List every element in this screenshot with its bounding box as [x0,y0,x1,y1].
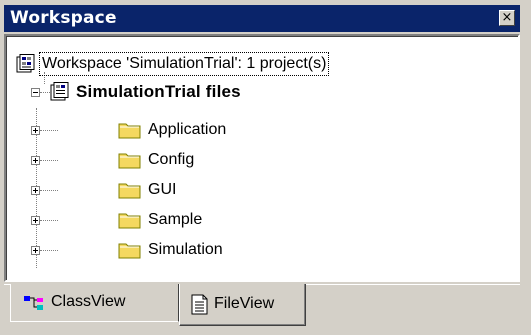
tab-divider [306,284,520,285]
folder-icon [118,243,141,259]
title-bar[interactable]: Workspace × [4,5,520,32]
tree-connector [40,220,58,222]
folder-label: Simulation [148,241,223,258]
folder-icon [118,123,141,139]
collapse-icon[interactable] [31,88,40,97]
file-tree[interactable]: Workspace 'SimulationTrial': 1 project(s… [4,34,520,282]
folder-icon [118,183,141,199]
tree-item-project[interactable]: SimulationTrial files [31,80,243,104]
tab-fileview[interactable]: FileView [179,284,306,326]
workspace-icon [16,54,35,73]
tree-connector [40,160,58,162]
tree-connector [40,130,58,132]
folder-label: GUI [148,181,177,198]
expand-icon[interactable] [31,156,40,165]
expand-icon[interactable] [31,246,40,255]
expand-icon[interactable] [31,126,40,135]
folder-icon [118,153,141,169]
classview-icon [24,296,43,310]
window-title: Workspace [10,8,117,28]
workspace-window: Workspace × Workspace 'SimulationTrial':… [0,0,531,335]
tree-item-folder[interactable]: GUI [31,178,178,202]
tab-label: FileView [214,295,275,312]
tab-classview[interactable]: ClassView [10,284,179,322]
tree-connector [40,92,50,94]
folder-label: Application [148,121,227,138]
folder-label: Config [148,151,195,168]
fileview-icon [191,294,208,315]
close-icon: × [501,10,513,25]
tree-item-folder[interactable]: Application [31,118,228,142]
tree-connector [40,250,58,252]
workspace-label: Workspace 'SimulationTrial': 1 project(s… [38,52,330,76]
tree-item-workspace[interactable]: Workspace 'SimulationTrial': 1 project(s… [16,52,330,76]
tree-connector [40,190,58,192]
expand-icon[interactable] [31,186,40,195]
tree-item-folder[interactable]: Config [31,148,196,172]
tab-label: ClassView [51,293,126,310]
project-label: SimulationTrial files [76,82,241,101]
tree-item-folder[interactable]: Simulation [31,238,225,262]
folder-icon [118,213,141,229]
close-button[interactable]: × [499,10,515,26]
folder-label: Sample [148,211,203,228]
expand-icon[interactable] [31,216,40,225]
view-tabs: ClassView FileView [4,284,520,330]
project-icon [50,82,69,101]
tree-item-folder[interactable]: Sample [31,208,204,232]
